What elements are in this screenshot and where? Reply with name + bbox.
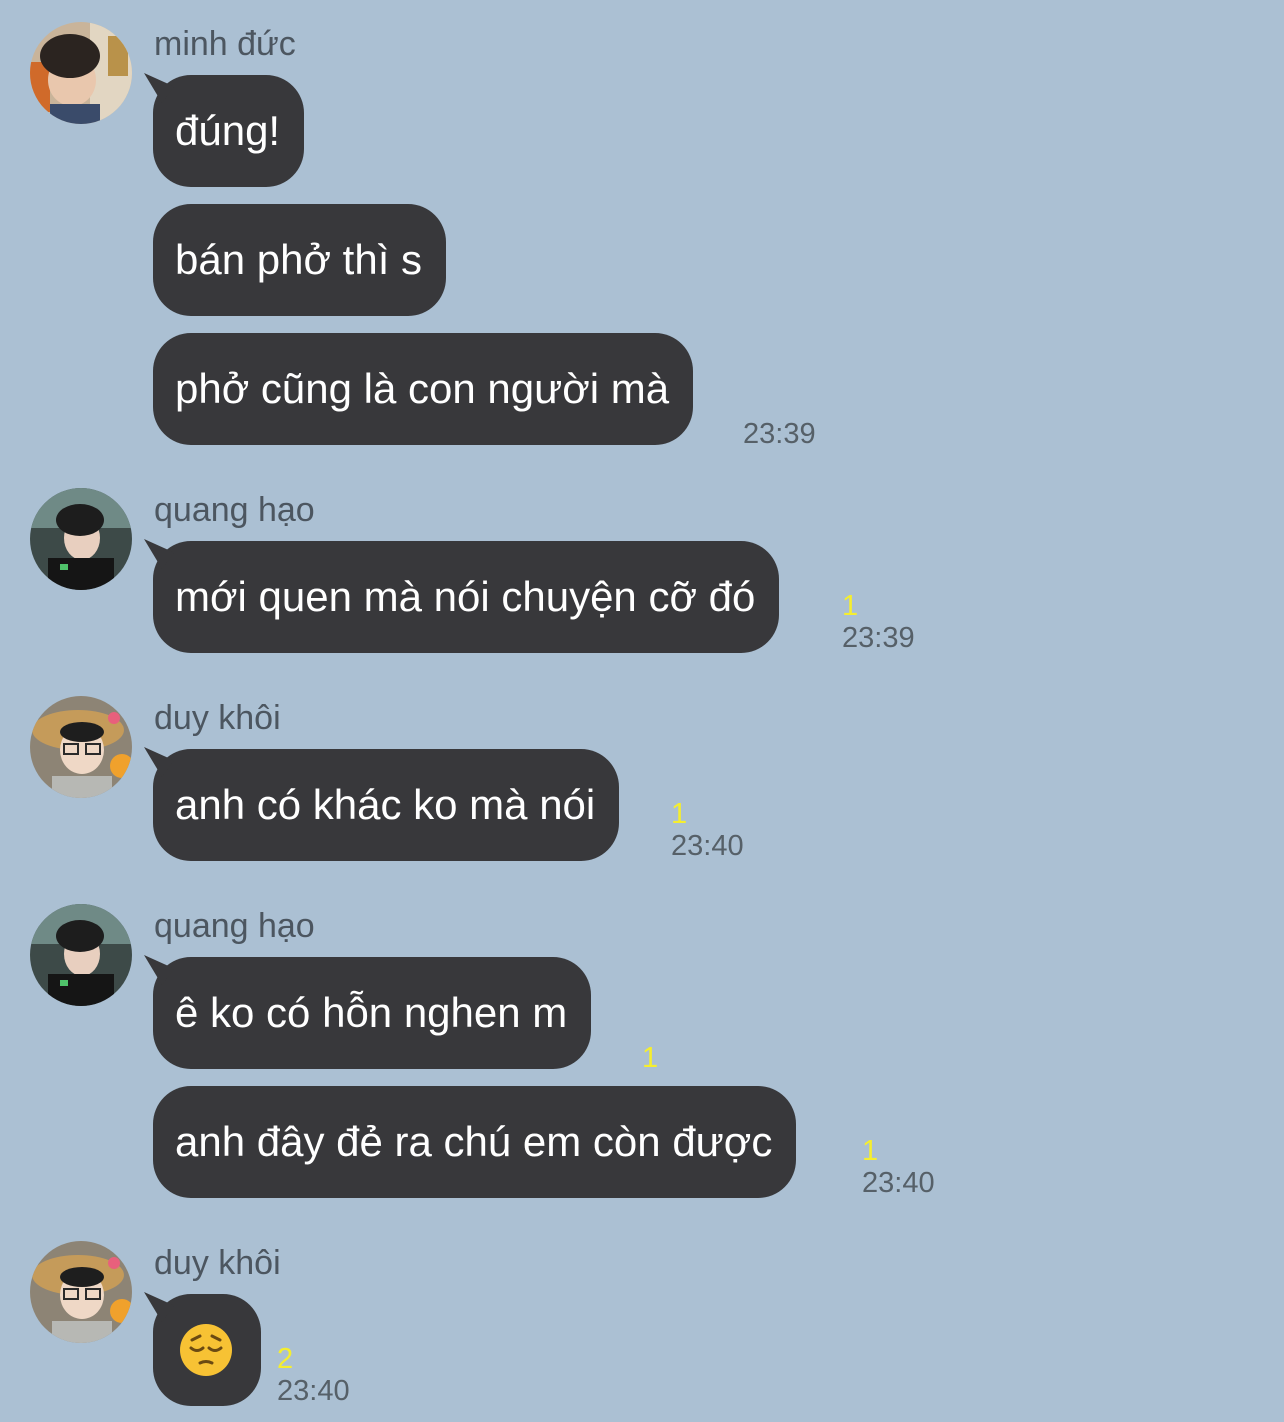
message-meta: 1 bbox=[642, 1042, 658, 1074]
chat-history[interactable]: minh đức đúng! bán phở thì s phở cũng là… bbox=[0, 0, 1284, 1422]
timestamp: 23:40 bbox=[671, 830, 744, 862]
message-text: phở cũng là con người mà bbox=[175, 365, 670, 412]
message-meta: 1 23:40 bbox=[862, 1135, 935, 1199]
avatar-duy-khoi-image bbox=[30, 696, 132, 798]
message-text: anh có khác ko mà nói bbox=[175, 781, 596, 828]
timestamp: 23:40 bbox=[277, 1375, 350, 1407]
message-text: anh đây đẻ ra chú em còn được bbox=[175, 1118, 773, 1165]
message-bubble[interactable]: ê ko có hỗn nghen m bbox=[153, 957, 592, 1069]
avatar-duy-khoi-image bbox=[30, 1241, 132, 1343]
unread-count: 1 bbox=[862, 1135, 879, 1167]
unread-count: 1 bbox=[671, 798, 688, 830]
message-meta: 1 23:40 bbox=[671, 798, 744, 862]
sender-name: quang hạo bbox=[154, 907, 315, 945]
timestamp: 23:40 bbox=[862, 1167, 935, 1199]
message-text: đúng! bbox=[175, 107, 281, 154]
message-meta: 23:39 bbox=[743, 418, 816, 450]
avatar[interactable] bbox=[30, 488, 132, 590]
avatar-quang-hao-image bbox=[30, 488, 132, 590]
message-bubble[interactable]: anh có khác ko mà nói bbox=[153, 749, 620, 861]
message-bubble[interactable]: đúng! bbox=[153, 75, 305, 187]
timestamp: 23:39 bbox=[743, 418, 816, 450]
message-text: bán phở thì s bbox=[175, 236, 423, 283]
avatar-minh-duc-image bbox=[30, 22, 132, 124]
message-bubble[interactable]: bán phở thì s bbox=[153, 204, 447, 316]
avatar[interactable] bbox=[30, 22, 132, 124]
sender-name: minh đức bbox=[154, 25, 296, 63]
message-meta: 1 23:39 bbox=[842, 590, 915, 654]
unread-count: 1 bbox=[842, 590, 859, 622]
avatar[interactable] bbox=[30, 904, 132, 1006]
message-meta: 2 23:40 bbox=[277, 1343, 350, 1407]
message-text: mới quen mà nói chuyện cỡ đó bbox=[175, 573, 756, 620]
avatar[interactable] bbox=[30, 1241, 132, 1343]
avatar[interactable] bbox=[30, 696, 132, 798]
message-text: ê ko có hỗn nghen m bbox=[175, 989, 568, 1036]
message-bubble[interactable] bbox=[153, 1294, 261, 1406]
sender-name: quang hạo bbox=[154, 491, 315, 529]
avatar-quang-hao-image bbox=[30, 904, 132, 1006]
message-bubble[interactable]: anh đây đẻ ra chú em còn được bbox=[153, 1086, 797, 1198]
sender-name: duy khôi bbox=[154, 1244, 281, 1282]
pensive-face-emoji bbox=[180, 1324, 232, 1376]
sender-name: duy khôi bbox=[154, 699, 281, 737]
timestamp: 23:39 bbox=[842, 622, 915, 654]
unread-count: 2 bbox=[277, 1343, 294, 1375]
unread-count: 1 bbox=[642, 1042, 659, 1074]
message-bubble[interactable]: mới quen mà nói chuyện cỡ đó bbox=[153, 541, 780, 653]
message-bubble[interactable]: phở cũng là con người mà bbox=[153, 333, 694, 445]
